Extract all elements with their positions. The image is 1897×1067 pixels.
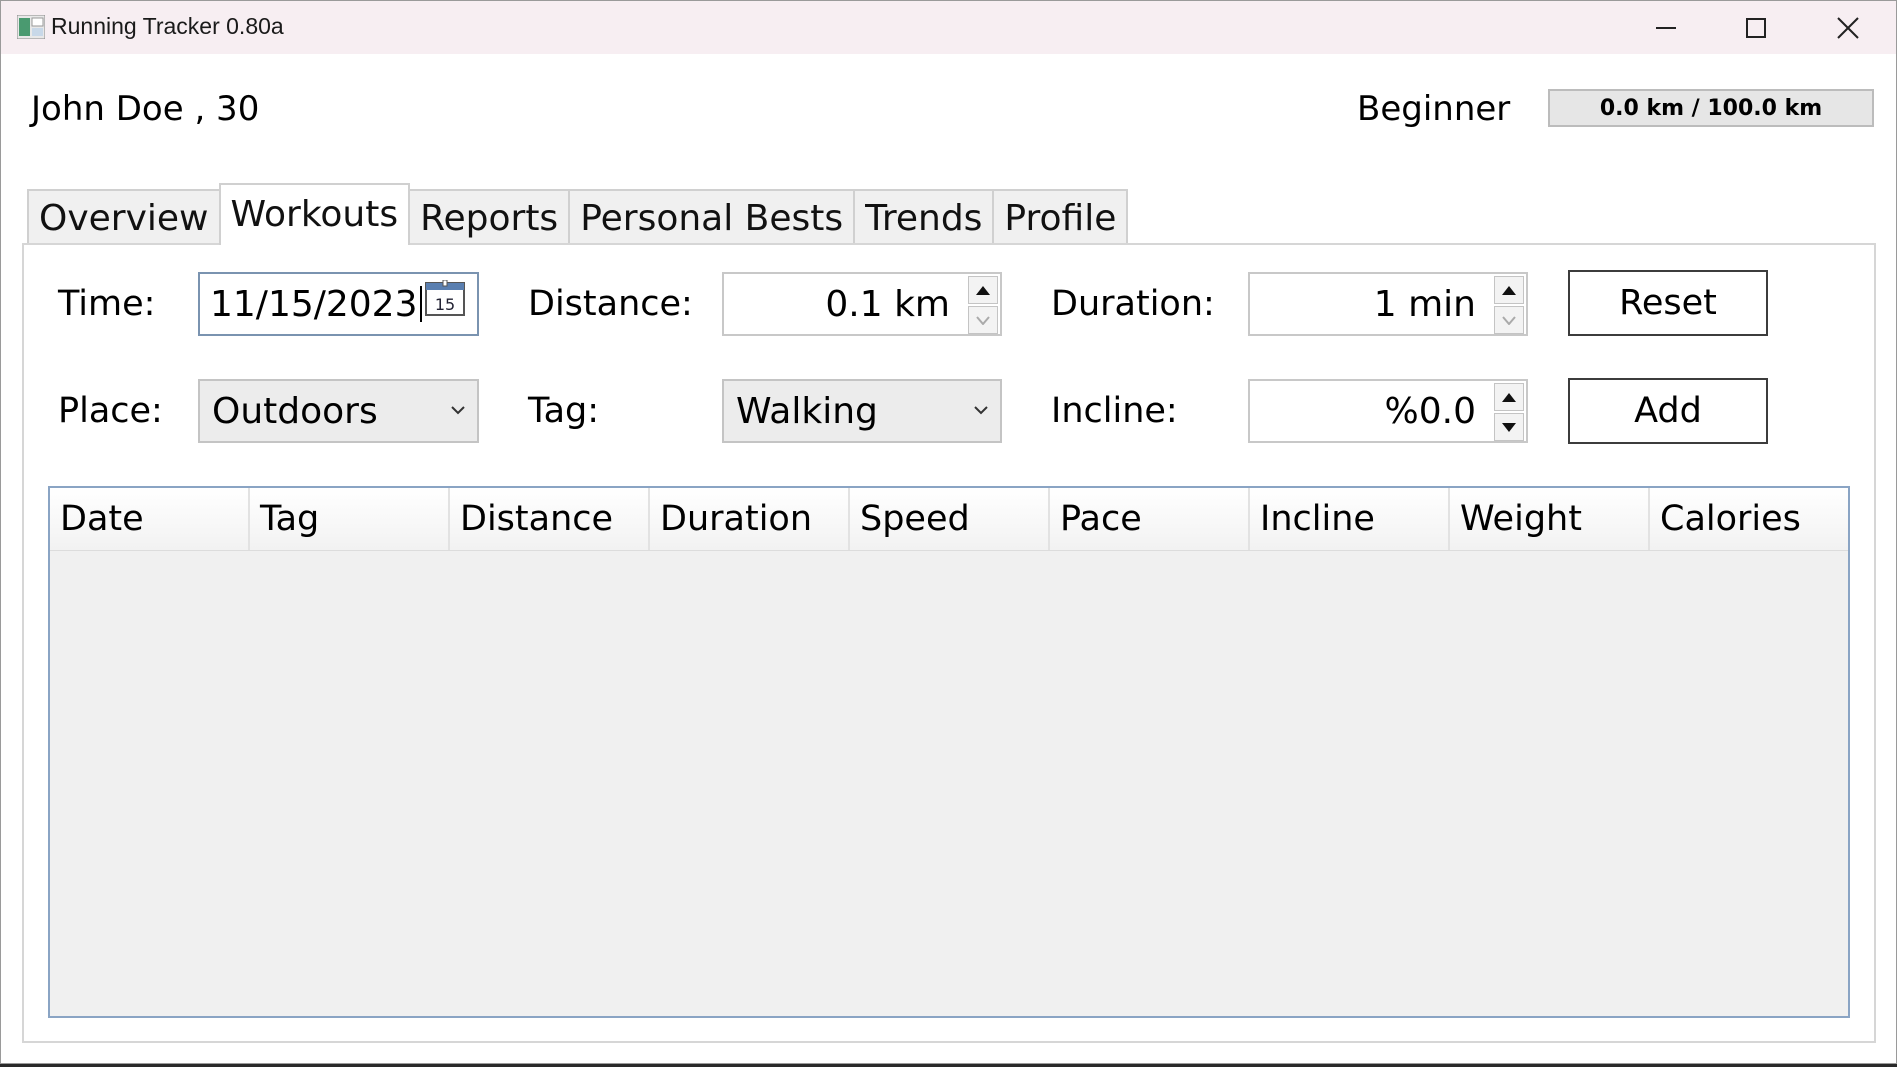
close-icon <box>1837 16 1859 39</box>
place-label: Place: <box>58 391 163 431</box>
tag-dropdown[interactable]: Walking <box>722 379 1002 443</box>
title-bar: Running Tracker 0.80a <box>1 1 1896 54</box>
place-value: Outdoors <box>212 390 378 432</box>
app-window: Running Tracker 0.80a John Doe , 30 Begi… <box>0 0 1897 1064</box>
incline-input[interactable]: %0.0 <box>1248 379 1528 443</box>
duration-label: Duration: <box>1051 284 1215 324</box>
app-icon <box>17 15 45 39</box>
incline-decrement-button[interactable] <box>1494 413 1524 441</box>
duration-value: 1 min <box>1373 283 1476 325</box>
table-header: Date Tag Distance Duration Speed Pace In… <box>50 488 1848 551</box>
calendar-icon[interactable]: 15 <box>425 280 465 316</box>
maximize-button[interactable] <box>1711 1 1801 54</box>
incline-increment-button[interactable] <box>1494 383 1524 411</box>
tab-workouts[interactable]: Workouts <box>218 183 411 245</box>
tab-personal-bests[interactable]: Personal Bests <box>568 189 856 245</box>
distance-value: 0.1 km <box>825 283 950 325</box>
incline-value: %0.0 <box>1384 390 1476 432</box>
arrow-up-icon <box>1502 392 1516 402</box>
tag-label: Tag: <box>528 391 600 431</box>
column-header-weight[interactable]: Weight <box>1450 488 1650 550</box>
arrow-down-icon <box>976 315 990 325</box>
distance-decrement-button[interactable] <box>968 306 998 334</box>
minimize-button[interactable] <box>1621 1 1711 54</box>
column-header-pace[interactable]: Pace <box>1050 488 1250 550</box>
tag-value: Walking <box>736 390 878 432</box>
duration-spinner <box>1494 276 1524 334</box>
arrow-up-icon <box>976 285 990 295</box>
arrow-down-icon <box>1502 315 1516 325</box>
workouts-table[interactable]: Date Tag Distance Duration Speed Pace In… <box>48 486 1850 1018</box>
user-name-age: John Doe , 30 <box>31 89 260 129</box>
duration-input[interactable]: 1 min <box>1248 272 1528 336</box>
column-header-date[interactable]: Date <box>50 488 250 550</box>
distance-increment-button[interactable] <box>968 276 998 304</box>
column-header-tag[interactable]: Tag <box>250 488 450 550</box>
incline-spinner <box>1494 383 1524 441</box>
tab-reports[interactable]: Reports <box>408 189 571 245</box>
experience-level: Beginner <box>1357 89 1511 129</box>
chevron-down-icon <box>974 406 988 415</box>
arrow-up-icon <box>1502 285 1516 295</box>
column-header-incline[interactable]: Incline <box>1250 488 1450 550</box>
tab-profile[interactable]: Profile <box>992 189 1129 245</box>
add-button[interactable]: Add <box>1568 378 1768 444</box>
incline-label: Incline: <box>1051 391 1178 431</box>
column-header-distance[interactable]: Distance <box>450 488 650 550</box>
place-dropdown[interactable]: Outdoors <box>198 379 479 443</box>
arrow-down-icon <box>1502 422 1516 432</box>
distance-progress-bar: 0.0 km / 100.0 km <box>1548 89 1874 127</box>
duration-decrement-button[interactable] <box>1494 306 1524 334</box>
distance-label: Distance: <box>528 284 693 324</box>
tab-strip: Overview Workouts Reports Personal Bests… <box>27 183 1129 245</box>
distance-spinner <box>968 276 998 334</box>
date-picker[interactable]: 11/15/2023 15 <box>198 272 479 336</box>
text-caret <box>419 286 422 322</box>
tab-overview[interactable]: Overview <box>27 189 221 245</box>
reset-button[interactable]: Reset <box>1568 270 1768 336</box>
duration-increment-button[interactable] <box>1494 276 1524 304</box>
column-header-calories[interactable]: Calories <box>1650 488 1848 550</box>
tab-trends[interactable]: Trends <box>853 189 995 245</box>
calendar-icon-day: 15 <box>435 295 455 314</box>
window-title: Running Tracker 0.80a <box>51 13 284 39</box>
time-label: Time: <box>58 284 156 324</box>
chevron-down-icon <box>451 406 465 415</box>
progress-text: 0.0 km / 100.0 km <box>1599 95 1823 121</box>
maximize-icon <box>1746 17 1766 38</box>
column-header-speed[interactable]: Speed <box>850 488 1050 550</box>
column-header-duration[interactable]: Duration <box>650 488 850 550</box>
close-button[interactable] <box>1803 1 1893 54</box>
date-value: 11/15/2023 <box>210 283 418 325</box>
distance-input[interactable]: 0.1 km <box>722 272 1002 336</box>
minimize-icon <box>1656 26 1676 29</box>
